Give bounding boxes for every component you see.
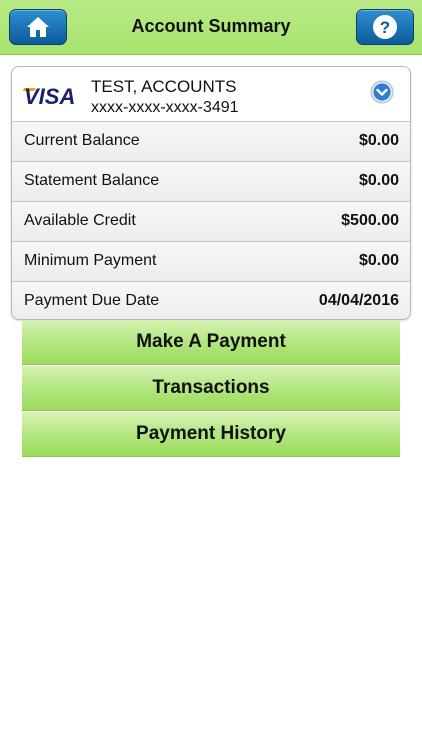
svg-text:?: ? — [380, 18, 390, 37]
payment-due-date-row: Payment Due Date 04/04/2016 — [12, 281, 410, 319]
row-value: $0.00 — [358, 252, 399, 269]
row-value: $0.00 — [358, 172, 399, 189]
help-button[interactable]: ? — [356, 9, 414, 45]
transactions-button[interactable]: Transactions — [22, 366, 400, 411]
row-label: Available Credit — [24, 212, 136, 229]
account-header[interactable]: VISA TEST, ACCOUNTS xxxx-xxxx-xxxx-3491 — [12, 67, 410, 121]
row-value: $0.00 — [358, 132, 399, 149]
make-payment-button[interactable]: Make A Payment — [22, 320, 400, 365]
masked-card-number: xxxx-xxxx-xxxx-3491 — [91, 99, 239, 116]
cardholder-name: TEST, ACCOUNTS — [91, 77, 237, 96]
row-label: Minimum Payment — [24, 252, 157, 269]
account-card: VISA TEST, ACCOUNTS xxxx-xxxx-xxxx-3491 … — [11, 66, 411, 320]
statement-balance-row: Statement Balance $0.00 — [12, 161, 410, 201]
row-label: Payment Due Date — [24, 292, 160, 309]
payment-history-button[interactable]: Payment History — [22, 412, 400, 457]
row-label: Statement Balance — [24, 172, 160, 189]
row-value: 04/04/2016 — [318, 292, 399, 309]
action-buttons: Make A Payment Transactions Payment Hist… — [22, 320, 400, 458]
minimum-payment-row: Minimum Payment $0.00 — [12, 241, 410, 281]
row-label: Current Balance — [24, 132, 140, 149]
svg-text:VISA: VISA — [24, 84, 75, 108]
balance-list: Current Balance $0.00 Statement Balance … — [12, 121, 410, 319]
visa-logo: VISA — [23, 84, 75, 108]
available-credit-row: Available Credit $500.00 — [12, 201, 410, 241]
row-value: $500.00 — [341, 212, 399, 229]
top-bar: Account Summary ? — [0, 0, 422, 55]
current-balance-row: Current Balance $0.00 — [12, 121, 410, 161]
chevron-down-circle-icon[interactable] — [370, 80, 394, 104]
app-screen: Account Summary ? VISA TEST, ACCOUNTS xx… — [0, 0, 422, 750]
help-icon: ? — [373, 15, 397, 39]
